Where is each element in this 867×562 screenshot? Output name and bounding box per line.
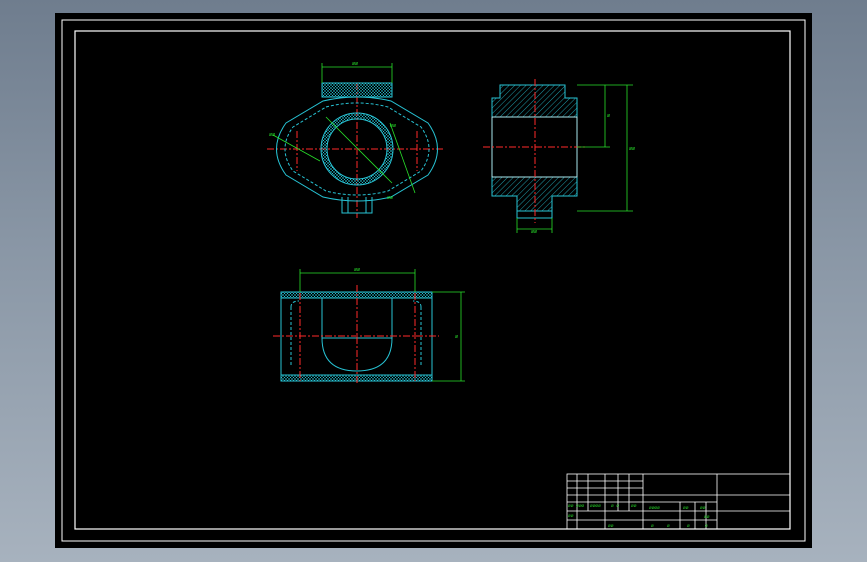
outer-frame: [61, 19, 806, 542]
section-view: ⌀ ⌀⌀ ⌀⌀: [483, 79, 635, 235]
dim-top-left: ⌀⌀: [269, 132, 275, 138]
tb-bottom-2: ⌀: [667, 524, 670, 529]
tb-label-mid-3: ⌀⌀: [700, 506, 706, 511]
tb-bottom-4: ⌀: [705, 524, 708, 529]
top-view: ⌀⌀ ⌀⌀ ⌀⌀ ⌀⌀: [267, 61, 445, 218]
drawing-canvas: ⌀⌀ ⌀⌀ ⌀⌀ ⌀⌀ ⌀ ⌀⌀ ⌀⌀ ⌀⌀ ⌀ ⌀⌀ ⌀⌀⌀ ⌀⌀⌀⌀ ⌀ ⌀…: [61, 19, 806, 542]
dim-front-height: ⌀: [455, 334, 458, 340]
tb-label-design: ⌀⌀: [568, 514, 574, 519]
dim-top-hole: ⌀⌀: [390, 123, 396, 129]
dim-section-boss: ⌀⌀: [531, 229, 537, 235]
dim-section-inner: ⌀: [607, 113, 610, 119]
dim-section-total: ⌀⌀: [629, 146, 635, 152]
tb-label-mid-1: ⌀⌀⌀⌀: [649, 506, 660, 511]
tb-label-1: ⌀⌀ ⌀⌀⌀: [568, 504, 585, 509]
dim-top-width: ⌀⌀: [352, 61, 358, 67]
title-block: ⌀⌀ ⌀⌀⌀ ⌀⌀⌀⌀ ⌀ ⌀ ⌀⌀ ⌀⌀ ⌀⌀ ⌀⌀⌀⌀ ⌀⌀ ⌀⌀ ⌀⌀ ⌀…: [566, 473, 791, 530]
front-view: ⌀⌀ ⌀: [273, 267, 465, 385]
tb-bottom-3: ⌀: [687, 524, 690, 529]
tb-bottom-1: ⌀: [651, 524, 654, 529]
tb-label-mid-2: ⌀⌀: [683, 506, 689, 511]
dim-front-width: ⌀⌀: [354, 267, 360, 273]
inner-frame: [74, 30, 791, 530]
tb-label-3: ⌀ ⌀: [611, 504, 619, 509]
tb-label-process: ⌀⌀: [608, 524, 614, 529]
tb-label-4: ⌀⌀: [631, 504, 637, 509]
tb-scale: ⌀⌀: [704, 515, 710, 520]
tb-label-2: ⌀⌀⌀⌀: [590, 504, 601, 509]
cad-viewport[interactable]: ⌀⌀ ⌀⌀ ⌀⌀ ⌀⌀ ⌀ ⌀⌀ ⌀⌀ ⌀⌀ ⌀ ⌀⌀ ⌀⌀⌀ ⌀⌀⌀⌀ ⌀ ⌀…: [55, 13, 812, 548]
dim-top-bottom: ⌀⌀: [387, 195, 393, 201]
